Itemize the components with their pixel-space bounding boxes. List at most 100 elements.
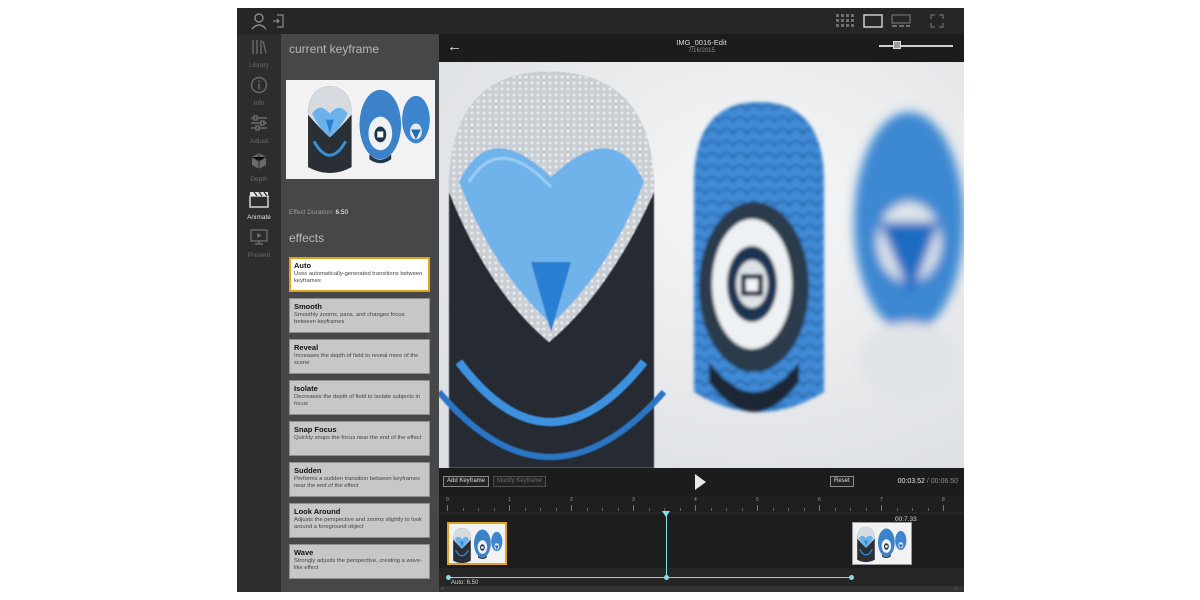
keyframe-thumbnail: [853, 523, 912, 565]
ruler-minor-tick: [602, 508, 603, 511]
time-display: 00:03.52 / 00:06.50: [898, 478, 958, 485]
effect-name: Wave: [294, 548, 314, 557]
effect-name: Auto: [294, 261, 312, 270]
current-time: 00:03.52: [897, 478, 925, 485]
effect-desc: Adjusts the perspective and zooms slight…: [294, 517, 422, 531]
keyframe-thumbnail: [449, 524, 507, 565]
left-nav: Library Info Adjust Depth Animate Presen…: [237, 34, 281, 592]
effect-smooth[interactable]: Smooth Smoothly zooms, pans, and changes…: [289, 298, 430, 333]
ruler-minor-tick: [788, 508, 789, 511]
ruler-minor-tick: [586, 508, 588, 511]
modify-keyframe-button[interactable]: Modify Keyframe: [493, 476, 547, 487]
effect-name: Look Around: [294, 507, 341, 516]
top-bar: [237, 8, 964, 34]
nav-animate[interactable]: Animate: [237, 190, 281, 226]
ruler-minor-tick: [850, 508, 851, 511]
depth-icon: [250, 152, 268, 175]
ruler-minor-tick: [648, 508, 650, 511]
grid-view-icon[interactable]: [835, 11, 857, 31]
timeline[interactable]: 012345678 00:7.33 Auto: 6.50 « »: [439, 496, 964, 592]
current-keyframe-title: current keyframe: [289, 42, 380, 56]
effect-auto[interactable]: Auto Uses automatically-generated transi…: [289, 257, 430, 292]
ruler-tick: [695, 505, 696, 511]
scroll-right-icon[interactable]: »: [955, 586, 958, 592]
effect-name: Sudden: [294, 466, 322, 475]
fullscreen-icon[interactable]: [927, 11, 947, 31]
ruler-tick-label: 2: [570, 497, 573, 503]
current-keyframe-thumbnail[interactable]: [286, 80, 435, 179]
effect-snap-focus[interactable]: Snap Focus Quickly snaps the focus near …: [289, 421, 430, 456]
ruler-minor-tick: [679, 508, 681, 511]
ruler-minor-tick: [772, 508, 774, 511]
effect-name: Reveal: [294, 343, 319, 352]
playback-controls: Add Keyframe Modify Keyframe Reset 00:03…: [439, 468, 964, 496]
nav-info[interactable]: Info: [237, 76, 281, 112]
ruler-tick: [633, 505, 634, 511]
effect-name: Smooth: [294, 302, 322, 311]
timeline-scrollbar[interactable]: [439, 586, 964, 592]
ruler-tick-label: 0: [446, 497, 449, 503]
ruler-tick-label: 5: [756, 497, 759, 503]
ruler-tick: [447, 505, 448, 511]
ruler-minor-tick: [834, 508, 836, 511]
single-view-icon[interactable]: [862, 11, 884, 31]
ruler-minor-tick: [896, 508, 898, 511]
effects-title: effects: [289, 231, 325, 245]
nav-present[interactable]: Present: [237, 228, 281, 264]
ruler-tick: [757, 505, 758, 511]
ruler-minor-tick: [741, 508, 743, 511]
zoom-slider-thumb[interactable]: [893, 41, 901, 49]
effect-name: Isolate: [294, 384, 318, 393]
effect-duration: Effect Duration: 6.50: [289, 209, 348, 216]
playhead[interactable]: [666, 514, 667, 580]
timeline-ruler[interactable]: 0 1 2 3 4 5 6 7 8: [439, 496, 964, 512]
effects-panel: current keyframe Effect Duration: 6.50 e…: [281, 34, 439, 592]
effect-wave[interactable]: Wave Strongly adjusts the perspective, c…: [289, 544, 430, 579]
reset-button[interactable]: Reset: [830, 476, 854, 487]
nav-adjust[interactable]: Adjust: [237, 114, 281, 150]
filmstrip-view-icon[interactable]: [890, 11, 912, 31]
keyframe-end[interactable]: [852, 522, 912, 565]
ruler-tick-label: 6: [818, 497, 821, 503]
ruler-minor-tick: [803, 508, 805, 511]
ruler-tick: [509, 505, 510, 511]
add-keyframe-button[interactable]: Add Keyframe: [443, 476, 490, 487]
effect-desc: Uses automatically-generated transitions…: [294, 271, 423, 285]
keyframe-time-label: 00:7.33: [895, 516, 917, 523]
nav-depth[interactable]: Depth: [237, 152, 281, 188]
ruler-minor-tick: [912, 508, 913, 511]
scroll-left-icon[interactable]: «: [441, 586, 444, 592]
zoom-slider-track[interactable]: [879, 45, 953, 47]
ruler-minor-tick: [524, 508, 526, 511]
effect-isolate[interactable]: Isolate Decreases the depth of field to …: [289, 380, 430, 415]
effect-duration-value: 6.50: [335, 209, 349, 216]
ruler-minor-tick: [555, 508, 557, 511]
image-preview[interactable]: [439, 62, 964, 468]
effect-name: Snap Focus: [294, 425, 337, 434]
ruler-tick: [571, 505, 572, 511]
image-header: ← IMG_0016-Edit 7/16/2015: [439, 34, 964, 62]
effect-sudden[interactable]: Sudden Performs a sudden transition betw…: [289, 462, 430, 497]
ruler-minor-tick: [726, 508, 727, 511]
effect-segment-line[interactable]: [449, 577, 851, 578]
effect-look-around[interactable]: Look Around Adjusts the perspective and …: [289, 503, 430, 538]
sign-in-icon[interactable]: [271, 11, 285, 31]
image-date: 7/16/2015: [688, 48, 715, 54]
ruler-tick-label: 4: [694, 497, 697, 503]
user-icon[interactable]: [249, 11, 269, 31]
segment-point-playhead[interactable]: [664, 575, 669, 580]
play-icon[interactable]: [695, 474, 706, 490]
nav-library[interactable]: Library: [237, 38, 281, 74]
app-window: Library Info Adjust Depth Animate Presen…: [237, 8, 964, 592]
ruler-tick: [819, 505, 820, 511]
ruler-minor-tick: [927, 508, 929, 511]
ruler-minor-tick: [540, 508, 541, 511]
segment-point-end[interactable]: [849, 575, 854, 580]
effect-reveal[interactable]: Reveal Increases the depth of field to r…: [289, 339, 430, 374]
effect-desc: Quickly snaps the focus near the end of …: [294, 435, 422, 441]
effect-desc: Decreases the depth of field to isolate …: [294, 394, 420, 408]
ruler-tick-label: 1: [508, 497, 511, 503]
ruler-minor-tick: [462, 508, 464, 511]
library-icon: [250, 38, 268, 61]
keyframe-start[interactable]: [447, 522, 507, 565]
